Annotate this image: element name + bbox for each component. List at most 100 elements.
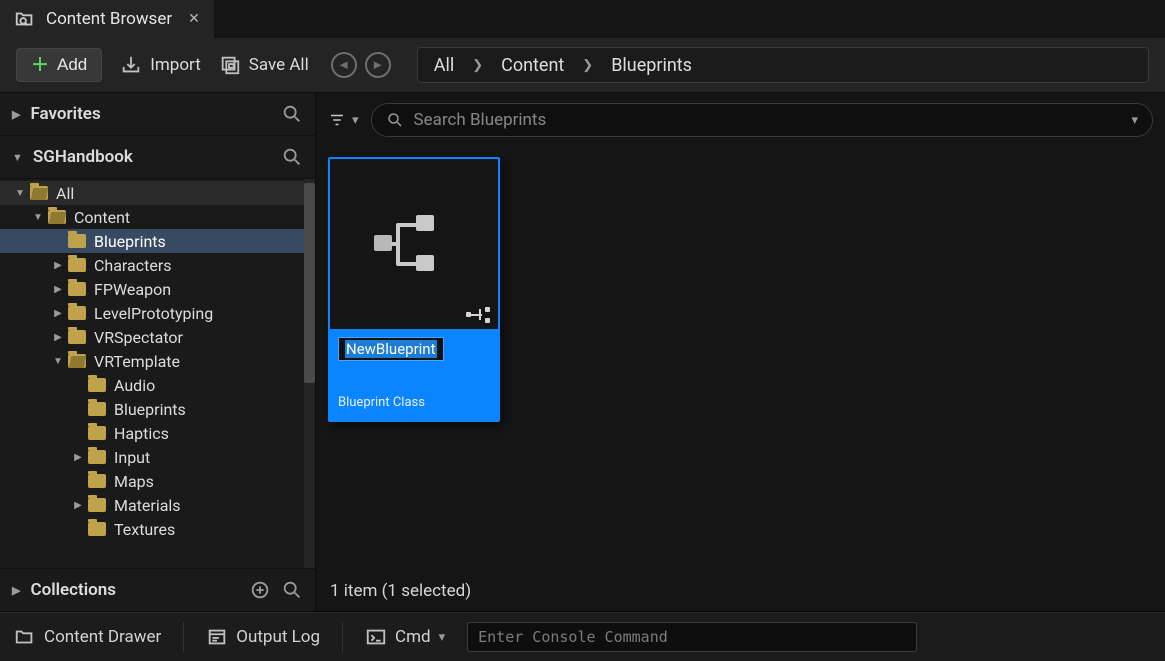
scrollbar-thumb[interactable]: [304, 183, 315, 383]
console-input[interactable]: Enter Console Command: [467, 622, 917, 652]
filter-button[interactable]: ▾: [328, 111, 359, 129]
asset-type: Blueprint Class: [338, 395, 490, 410]
import-button[interactable]: Import: [120, 54, 201, 76]
bottom-bar: Content Drawer Output Log Cmd ▾ Enter Co…: [0, 612, 1165, 661]
chevron-down-icon: ▼: [12, 151, 23, 164]
folder-search-icon: [14, 8, 36, 30]
search-icon: [386, 111, 404, 129]
content-pane: ▾ Search Blueprints ▾: [316, 93, 1165, 611]
folder-icon: [68, 306, 86, 320]
breadcrumb-item[interactable]: All: [434, 55, 455, 76]
tree-label: Content: [74, 208, 130, 227]
chevron-down-icon[interactable]: ▾: [1131, 113, 1138, 128]
asset-thumbnail: [330, 159, 498, 329]
breadcrumb[interactable]: All ❯ Content ❯ Blueprints: [417, 47, 1149, 83]
tree-node-haptics[interactable]: Haptics: [0, 421, 304, 445]
output-log-button[interactable]: Output Log: [206, 626, 320, 648]
search-input[interactable]: Search Blueprints ▾: [371, 103, 1153, 137]
folder-icon: [88, 522, 106, 536]
close-icon[interactable]: ✕: [188, 11, 200, 27]
sources-sidebar: ▶ Favorites ▼ SGHandbook ▼ All ▼ Con: [0, 93, 316, 611]
tree-label: VRTemplate: [94, 352, 180, 371]
folder-icon: [88, 450, 106, 464]
search-icon[interactable]: [281, 146, 303, 168]
drawer-icon: [14, 626, 36, 648]
tab-strip: Content Browser ✕: [0, 0, 1165, 38]
folder-icon: [48, 210, 66, 224]
nav-back-button[interactable]: ◄: [331, 52, 357, 78]
cmd-label: Cmd: [395, 627, 431, 647]
folder-icon: [68, 234, 86, 248]
collections-section[interactable]: ▶ Collections: [0, 568, 315, 611]
tree-node-vrspectator[interactable]: ▶ VRSpectator: [0, 325, 304, 349]
folder-icon: [30, 186, 48, 200]
asset-name-input[interactable]: NewBlueprint: [338, 337, 444, 361]
tree-node-vrtemplate[interactable]: ▼ VRTemplate: [0, 349, 304, 373]
tree-node-fpweapon[interactable]: ▶ FPWeapon: [0, 277, 304, 301]
tree-node-levelproto[interactable]: ▶ LevelPrototyping: [0, 301, 304, 325]
tree-label: Input: [114, 448, 150, 467]
asset-grid[interactable]: NewBlueprint Blueprint Class: [316, 147, 1165, 571]
search-placeholder: Search Blueprints: [414, 110, 1122, 130]
separator: [342, 622, 343, 652]
tree-node-audio[interactable]: Audio: [0, 373, 304, 397]
search-icon[interactable]: [281, 103, 303, 125]
tree-label: Characters: [94, 256, 172, 275]
tree-label: Audio: [114, 376, 155, 395]
tree-node-blueprints2[interactable]: Blueprints: [0, 397, 304, 421]
plus-icon: ＋: [31, 56, 49, 74]
tree-node-input[interactable]: ▶ Input: [0, 445, 304, 469]
add-collection-icon[interactable]: [249, 579, 271, 601]
save-all-button[interactable]: Save All: [219, 54, 309, 76]
tree-node-maps[interactable]: Maps: [0, 469, 304, 493]
folder-icon: [88, 498, 106, 512]
drawer-label: Content Drawer: [44, 627, 161, 647]
add-button[interactable]: ＋ Add: [16, 48, 102, 82]
folder-icon: [68, 330, 86, 344]
tree-node-content[interactable]: ▼ Content: [0, 205, 304, 229]
asset-tile-newblueprint[interactable]: NewBlueprint Blueprint Class: [328, 157, 500, 422]
folder-icon: [88, 474, 106, 488]
source-tree[interactable]: ▼ All ▼ Content Blueprints ▶ Ch: [0, 179, 304, 568]
blueprint-badge-icon: [466, 307, 490, 323]
nav-forward-button[interactable]: ►: [365, 52, 391, 78]
cmd-dropdown[interactable]: Cmd ▾: [365, 626, 445, 648]
folder-icon: [88, 378, 106, 392]
tree-label: FPWeapon: [94, 280, 171, 299]
separator: [183, 622, 184, 652]
chevron-right-icon: ▶: [12, 584, 20, 597]
tree-node-materials[interactable]: ▶ Materials: [0, 493, 304, 517]
tree-scrollbar[interactable]: [304, 179, 315, 568]
tree-node-all[interactable]: ▼ All: [0, 181, 304, 205]
tree-label: LevelPrototyping: [94, 304, 213, 323]
search-icon[interactable]: [281, 579, 303, 601]
add-label: Add: [57, 55, 87, 75]
tree-label: Maps: [114, 472, 154, 491]
chevron-right-icon: ▶: [12, 108, 20, 121]
tree-node-characters[interactable]: ▶ Characters: [0, 253, 304, 277]
tree-node-textures[interactable]: Textures: [0, 517, 304, 541]
project-section[interactable]: ▼ SGHandbook: [0, 135, 315, 179]
tree-label: Textures: [114, 520, 175, 539]
folder-icon: [88, 426, 106, 440]
chevron-right-icon: ▶: [52, 260, 64, 271]
tree-label: Blueprints: [94, 232, 166, 251]
folder-icon: [68, 354, 86, 368]
tree-node-blueprints[interactable]: Blueprints: [0, 229, 304, 253]
content-drawer-button[interactable]: Content Drawer: [14, 626, 161, 648]
breadcrumb-item[interactable]: Content: [501, 55, 564, 76]
filter-icon: [328, 111, 346, 129]
chevron-right-icon: ▶: [52, 332, 64, 343]
favorites-section[interactable]: ▶ Favorites: [0, 93, 315, 135]
tree-label: Blueprints: [114, 400, 186, 419]
asset-name: NewBlueprint: [345, 340, 437, 358]
breadcrumb-item[interactable]: Blueprints: [611, 55, 692, 76]
chevron-right-icon: ▶: [72, 452, 84, 463]
output-label: Output Log: [236, 627, 320, 647]
blueprint-icon: [374, 215, 454, 273]
chevron-down-icon: ▼: [32, 212, 44, 223]
tab-content-browser[interactable]: Content Browser ✕: [0, 0, 214, 38]
tree-label: VRSpectator: [94, 328, 183, 347]
chevron-right-icon: ❯: [472, 58, 483, 73]
favorites-label: Favorites: [30, 104, 100, 124]
